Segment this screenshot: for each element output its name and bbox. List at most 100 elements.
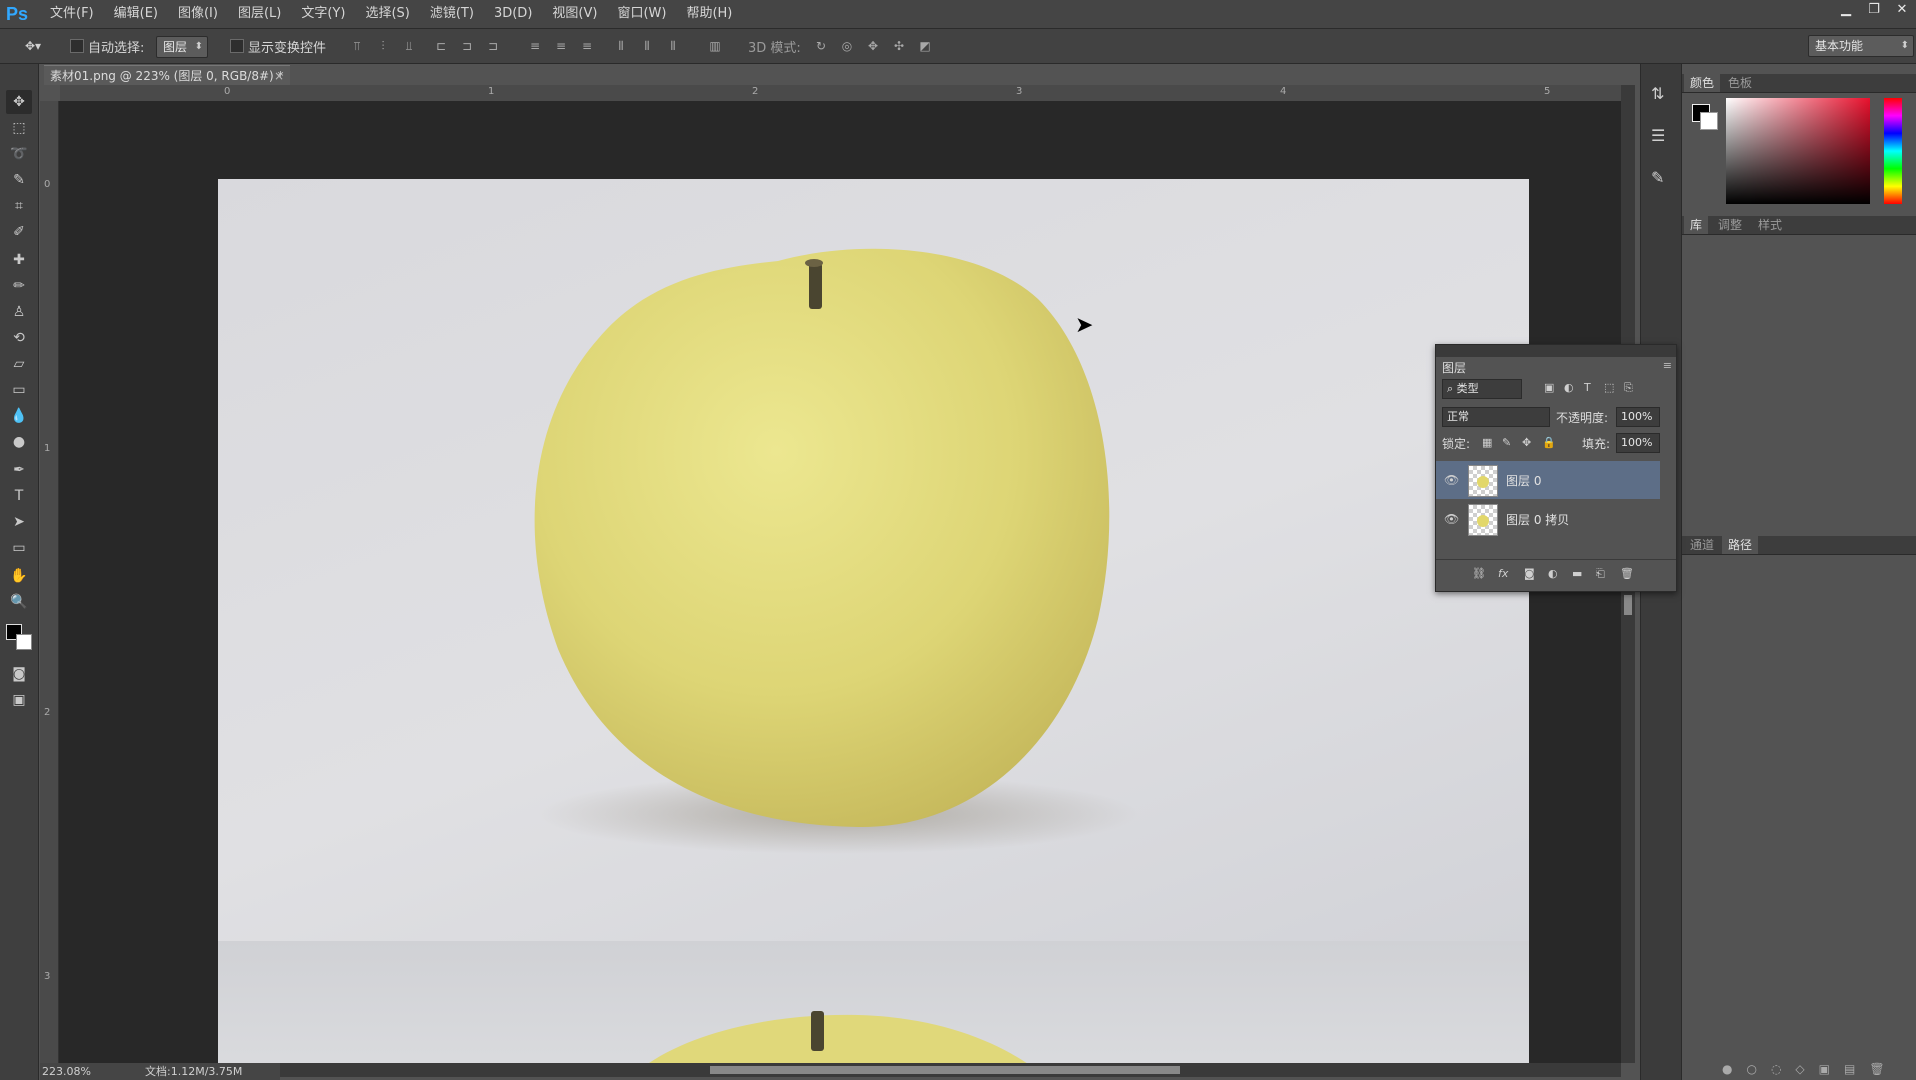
tab-styles[interactable]: 样式 bbox=[1752, 216, 1788, 234]
fx-icon[interactable]: fx bbox=[1498, 567, 1508, 580]
character-icon[interactable]: ✎ bbox=[1651, 168, 1664, 187]
document-size[interactable]: 文档:1.12M/3.75M bbox=[145, 1063, 242, 1080]
horizontal-scroll-thumb[interactable] bbox=[710, 1066, 1180, 1074]
marquee-tool-icon[interactable]: ⬚ bbox=[6, 116, 32, 140]
distribute-left-icon[interactable]: ⦀ bbox=[612, 37, 630, 55]
history-brush-tool-icon[interactable]: ⟲ bbox=[6, 326, 32, 350]
align-left-icon[interactable]: ⊏ bbox=[432, 37, 450, 55]
3d-slide-icon[interactable]: ✣ bbox=[890, 37, 908, 55]
panel-menu-icon[interactable]: ≡ bbox=[1663, 359, 1672, 372]
layer-name[interactable]: 图层 0 bbox=[1506, 472, 1541, 489]
menu-view[interactable]: 视图(V) bbox=[542, 0, 607, 28]
3d-rotate-icon[interactable]: ↻ bbox=[812, 37, 830, 55]
filter-smart-object-icon[interactable]: ⎘ bbox=[1624, 381, 1633, 395]
trash-icon[interactable]: 🗑 bbox=[1620, 567, 1634, 580]
brush-tool-icon[interactable]: ✏ bbox=[6, 274, 32, 298]
fill-input[interactable]: 100% bbox=[1616, 433, 1660, 453]
blur-tool-icon[interactable]: 💧 bbox=[6, 404, 32, 428]
apple-image-layer[interactable] bbox=[218, 179, 1529, 941]
paths-footer-icons[interactable]: ●○◌◇▣▤🗑 bbox=[1722, 1062, 1912, 1076]
healing-brush-tool-icon[interactable]: ✚ bbox=[6, 248, 32, 272]
distribute-hcenter-icon[interactable]: ⦀ bbox=[638, 37, 656, 55]
eyedropper-tool-icon[interactable]: ✐ bbox=[6, 220, 32, 244]
align-right-icon[interactable]: ⊐ bbox=[484, 37, 502, 55]
tab-paths[interactable]: 路径 bbox=[1722, 536, 1759, 554]
path-select-tool-icon[interactable]: ➤ bbox=[6, 510, 32, 534]
distribute-top-icon[interactable]: ≡ bbox=[526, 37, 544, 55]
tab-swatches[interactable]: 色板 bbox=[1722, 74, 1758, 92]
document-canvas[interactable]: ➤ bbox=[59, 101, 1621, 1063]
menu-help[interactable]: 帮助(H) bbox=[676, 0, 742, 28]
opacity-input[interactable]: 100% bbox=[1616, 407, 1660, 427]
type-tool-icon[interactable]: T bbox=[6, 484, 32, 508]
layer-filter-dropdown[interactable]: ⌕ 类型 bbox=[1442, 379, 1522, 399]
close-tab-icon[interactable]: × bbox=[274, 66, 284, 86]
eye-icon[interactable]: 👁 bbox=[1444, 473, 1460, 487]
eye-icon[interactable]: 👁 bbox=[1444, 512, 1460, 526]
properties-icon[interactable]: ☰ bbox=[1651, 126, 1665, 145]
menu-select[interactable]: 选择(S) bbox=[355, 0, 419, 28]
crop-tool-icon[interactable]: ⌗ bbox=[6, 194, 32, 218]
eraser-tool-icon[interactable]: ▱ bbox=[6, 352, 32, 376]
filter-shape-icon[interactable]: ⬚ bbox=[1604, 381, 1614, 394]
menu-filter[interactable]: 滤镜(T) bbox=[420, 0, 484, 28]
zoom-level[interactable]: 223.08% bbox=[42, 1063, 91, 1080]
add-mask-icon[interactable]: ◙ bbox=[1524, 567, 1535, 580]
move-tool-preset-icon[interactable]: ✥▾ bbox=[18, 37, 48, 55]
move-tool-icon[interactable]: ✥ bbox=[6, 90, 32, 114]
tab-channels[interactable]: 通道 bbox=[1684, 536, 1720, 554]
quick-select-tool-icon[interactable]: ✎ bbox=[6, 168, 32, 192]
tab-color[interactable]: 颜色 bbox=[1684, 74, 1721, 92]
auto-select-checkbox[interactable] bbox=[70, 39, 84, 53]
gradient-tool-icon[interactable]: ▭ bbox=[6, 378, 32, 402]
menu-layer[interactable]: 图层(L) bbox=[228, 0, 291, 28]
screen-mode-icon[interactable]: ▣ bbox=[6, 688, 32, 712]
auto-select-dropdown[interactable]: 图层 bbox=[156, 36, 209, 58]
filter-pixel-icon[interactable]: ▣ bbox=[1544, 381, 1554, 394]
filter-type-icon[interactable]: T bbox=[1584, 381, 1591, 394]
horizontal-scrollbar[interactable] bbox=[280, 1063, 1621, 1077]
minimize-icon[interactable]: ▁ bbox=[1832, 0, 1860, 20]
pen-tool-icon[interactable]: ✒ bbox=[6, 458, 32, 482]
menu-window[interactable]: 窗口(W) bbox=[607, 0, 676, 28]
show-transform-checkbox[interactable] bbox=[230, 39, 244, 53]
menu-image[interactable]: 图像(I) bbox=[168, 0, 228, 28]
rectangle-tool-icon[interactable]: ▭ bbox=[6, 536, 32, 560]
distribute-bottom-icon[interactable]: ≡ bbox=[578, 37, 596, 55]
link-layers-icon[interactable]: ⛓ bbox=[1472, 567, 1486, 580]
adjustment-layer-icon[interactable]: ◐ bbox=[1548, 567, 1558, 580]
layer-name[interactable]: 图层 0 拷贝 bbox=[1506, 511, 1569, 528]
menu-edit[interactable]: 编辑(E) bbox=[104, 0, 168, 28]
workspace-dropdown[interactable]: 基本功能 bbox=[1808, 35, 1914, 57]
apple-copy-layer[interactable] bbox=[218, 941, 1529, 1063]
layers-panel-header[interactable] bbox=[1436, 345, 1676, 357]
lock-position-icon[interactable]: ✥ bbox=[1522, 436, 1531, 449]
new-group-icon[interactable]: ▬ bbox=[1572, 567, 1582, 580]
layer-row[interactable]: 👁 图层 0 bbox=[1436, 461, 1660, 499]
align-bottom-icon[interactable]: ⫫ bbox=[400, 37, 418, 55]
distribute-vcenter-icon[interactable]: ≡ bbox=[552, 37, 570, 55]
align-hcenter-icon[interactable]: ⊐ bbox=[458, 37, 476, 55]
menu-3d[interactable]: 3D(D) bbox=[484, 0, 542, 28]
background-color-chip[interactable] bbox=[1700, 112, 1718, 130]
hue-slider[interactable] bbox=[1884, 98, 1902, 204]
background-color-swatch[interactable] bbox=[16, 634, 32, 650]
restore-icon[interactable]: ❐ bbox=[1860, 0, 1888, 20]
auto-align-icon[interactable]: ▥ bbox=[706, 37, 724, 55]
align-vcenter-icon[interactable]: ⫶ bbox=[374, 37, 392, 55]
lock-transparent-icon[interactable]: ▦ bbox=[1482, 436, 1492, 449]
color-spectrum-field[interactable] bbox=[1726, 98, 1870, 204]
filter-adjustment-icon[interactable]: ◐ bbox=[1564, 381, 1574, 394]
3d-roll-icon[interactable]: ◎ bbox=[838, 37, 856, 55]
hand-tool-icon[interactable]: ✋ bbox=[6, 564, 32, 588]
layer-row[interactable]: 👁 图层 0 拷贝 bbox=[1436, 500, 1660, 538]
lasso-tool-icon[interactable]: ➰ bbox=[6, 142, 32, 166]
document-tab[interactable]: 素材01.png @ 223% (图层 0, RGB/8#) * × bbox=[44, 65, 290, 85]
blend-mode-dropdown[interactable]: 正常 bbox=[1442, 407, 1550, 427]
zoom-tool-icon[interactable]: 🔍 bbox=[6, 590, 32, 614]
new-layer-icon[interactable]: ⎗ bbox=[1596, 567, 1605, 581]
close-icon[interactable]: ✕ bbox=[1888, 0, 1916, 20]
quick-mask-icon[interactable]: ◙ bbox=[6, 662, 32, 686]
history-icon[interactable]: ⇅ bbox=[1651, 84, 1664, 103]
lock-pixels-icon[interactable]: ✎ bbox=[1502, 436, 1511, 449]
